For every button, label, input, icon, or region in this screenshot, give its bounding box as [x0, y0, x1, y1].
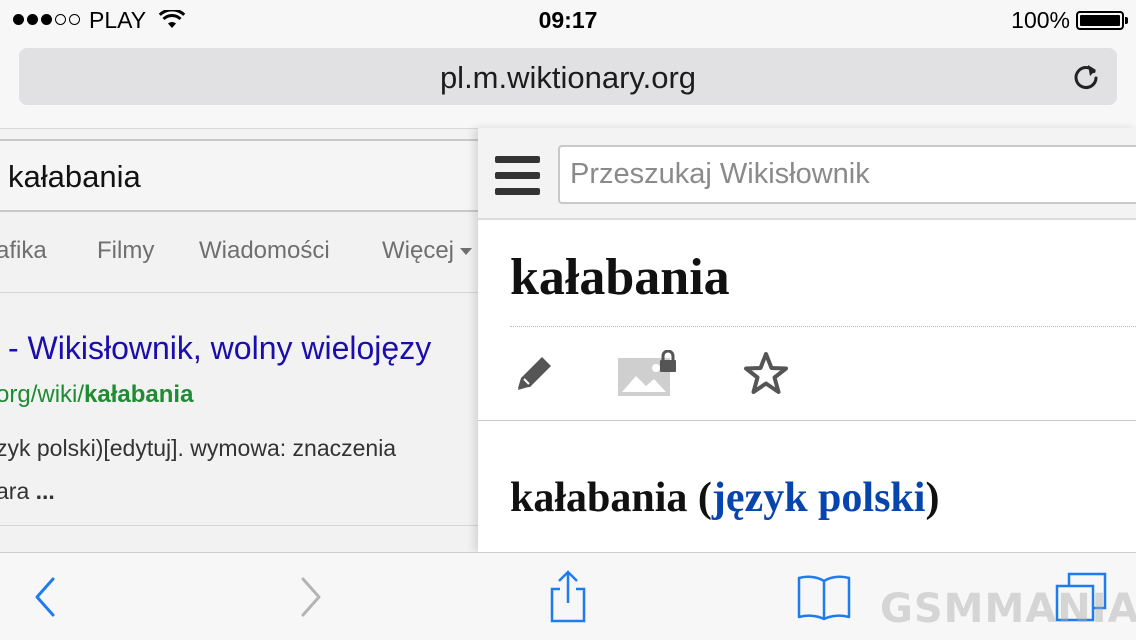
status-bar: PLAY 09:17 100% [0, 0, 1136, 42]
share-icon [550, 570, 586, 623]
language-link[interactable]: język polski [712, 475, 926, 521]
search-result-url[interactable]: org/wiki/kałabania [0, 381, 193, 409]
caret-down-icon [460, 248, 473, 256]
battery-percent: 100% [1011, 7, 1070, 33]
snippet-line: ara ... [0, 470, 396, 513]
forward-button[interactable] [288, 553, 334, 640]
tab-wiecej-label: Więcej [382, 237, 455, 264]
divider [478, 420, 1136, 421]
edit-pencil-icon[interactable] [510, 350, 558, 398]
watch-star-icon[interactable] [742, 350, 790, 398]
reload-icon[interactable] [1071, 62, 1101, 92]
tab-grafika[interactable]: rafika [0, 237, 47, 265]
search-result-url-bold: kałabania [84, 381, 194, 408]
bookmarks-button[interactable] [792, 553, 856, 640]
battery-icon [1076, 11, 1128, 30]
divider [0, 525, 478, 526]
wiktionary-search-input[interactable] [558, 145, 1136, 204]
bookmarks-icon [797, 575, 851, 621]
google-search-query[interactable]: kałabania [8, 159, 141, 195]
back-arrow-icon [35, 577, 55, 617]
page-title: kałabania [510, 249, 730, 306]
address-bar[interactable]: pl.m.wiktionary.org [19, 48, 1117, 105]
divider [0, 292, 478, 293]
divider [510, 326, 1136, 327]
snippet-text: ara [0, 478, 30, 504]
hamburger-icon[interactable] [495, 156, 540, 196]
watermark-logo: GSMMANIAK [880, 586, 1136, 632]
tab-wiecej[interactable]: Więcej [382, 237, 473, 265]
section-paren-open: ( [687, 475, 712, 521]
tab-filmy[interactable]: Filmy [97, 237, 154, 265]
back-button[interactable] [22, 553, 68, 640]
snippet-ellipsis: ... [35, 478, 55, 504]
share-button[interactable] [540, 553, 596, 640]
url-text[interactable]: pl.m.wiktionary.org [19, 60, 1117, 96]
forward-arrow-icon [301, 577, 321, 617]
section-paren-close: ) [925, 475, 940, 521]
search-result-title-link[interactable]: - Wikisłownik, wolny wielojęzy [8, 330, 431, 367]
section-word: kałabania [510, 475, 688, 521]
status-clock: 09:17 [538, 7, 598, 33]
search-result-snippet: zyk polski)[edytuj]. wymowa: znaczenia a… [0, 427, 396, 513]
google-search-box[interactable]: kałabania [0, 139, 478, 212]
search-result-url-prefix: org/wiki/ [0, 381, 85, 408]
image-locked-icon[interactable] [618, 350, 680, 398]
tab-wiadomosci[interactable]: Wiadomości [199, 237, 330, 265]
wiktionary-header [478, 128, 1136, 220]
current-page-wiktionary[interactable]: kałabania kałabania (język polski) [478, 128, 1136, 552]
previous-page-google-results[interactable]: kałabania rafika Filmy Wiadomości Więcej… [0, 128, 478, 552]
section-heading: kałabania (język polski) [510, 474, 939, 522]
snippet-line: zyk polski)[edytuj]. wymowa: znaczenia [0, 435, 397, 461]
